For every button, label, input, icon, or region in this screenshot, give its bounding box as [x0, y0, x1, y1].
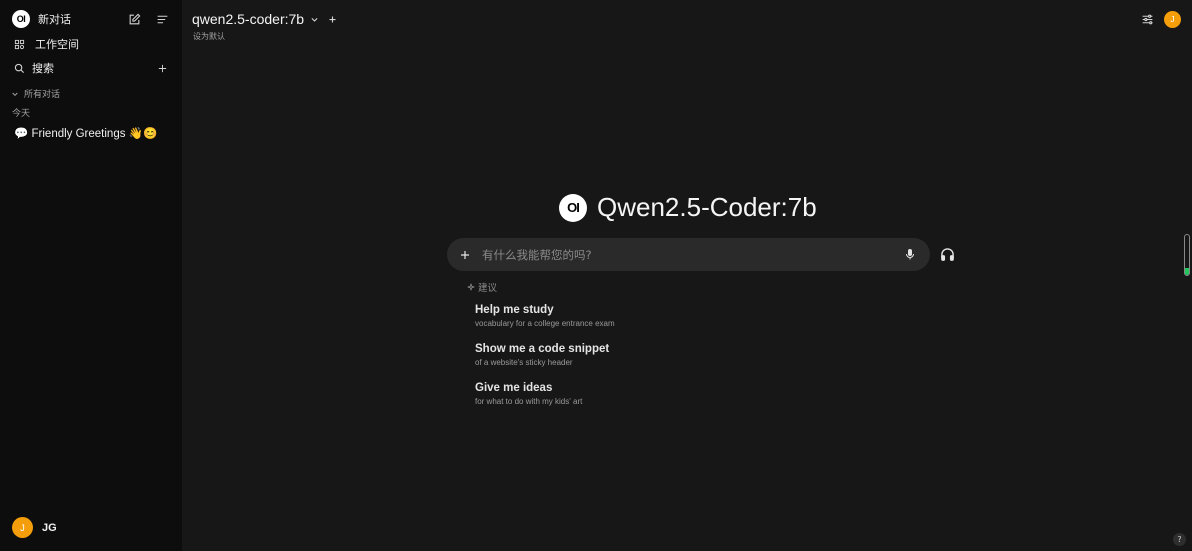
- attach-plus-icon[interactable]: [459, 249, 471, 261]
- suggestion-subtitle: for what to do with my kids' art: [475, 397, 583, 406]
- sidebar-item-search[interactable]: 搜索: [0, 61, 182, 75]
- suggestion-title: Show me a code snippet: [475, 343, 610, 355]
- all-chats-toggle[interactable]: 所有对话: [0, 88, 182, 100]
- microphone-icon[interactable]: [904, 248, 916, 261]
- chat-item-title: 💬 Friendly Greetings 👋😊: [14, 128, 158, 140]
- chat-input[interactable]: [482, 247, 904, 262]
- search-label: 搜索: [32, 62, 54, 75]
- hero-logo: OI: [559, 193, 587, 222]
- edit-icon[interactable]: [127, 12, 141, 26]
- suggestion-subtitle: vocabulary for a college entrance exam: [475, 319, 615, 328]
- sparkle-icon: [467, 283, 475, 291]
- settings-sliders-icon[interactable]: [1140, 12, 1154, 26]
- hero-title: Qwen2.5-Coder:7b: [597, 192, 817, 222]
- today-label: 今天: [12, 109, 31, 119]
- suggestion-item[interactable]: Give me ideas for what to do with my kid…: [475, 382, 582, 406]
- suggestion-subtitle: of a website's sticky header: [475, 358, 573, 367]
- model-selector[interactable]: qwen2.5-coder:7b: [192, 11, 337, 27]
- suggestion-title: Help me study: [475, 304, 554, 316]
- avatar: J: [12, 517, 33, 538]
- workspace-label: 工作空间: [35, 38, 79, 51]
- set-default-link[interactable]: 设为默认: [193, 31, 225, 42]
- all-chats-label: 所有对话: [24, 90, 61, 100]
- chevron-down-icon: [311, 17, 318, 22]
- sidebar: OI 新对话 工作空间 搜索 所有对话 今天 💬 Friendly Greeti…: [0, 0, 182, 551]
- suggestion-item[interactable]: Show me a code snippet of a website's st…: [475, 343, 609, 367]
- voice-level-fill: [1185, 267, 1189, 275]
- suggestion-item[interactable]: Help me study vocabulary for a college e…: [475, 304, 615, 328]
- suggestions-header: 建议: [467, 280, 497, 294]
- user-name: JG: [42, 521, 57, 534]
- headphones-icon[interactable]: [940, 247, 955, 262]
- suggestion-title: Give me ideas: [475, 382, 553, 394]
- model-name: qwen2.5-coder:7b: [192, 11, 305, 27]
- plus-icon[interactable]: [156, 62, 168, 74]
- help-button[interactable]: ?: [1173, 533, 1186, 546]
- chat-input-box: [447, 238, 930, 271]
- chevron-down-icon: [12, 92, 18, 96]
- grid-icon: [14, 39, 25, 49]
- menu-icon[interactable]: [155, 12, 169, 26]
- sidebar-item-workspace[interactable]: 工作空间: [0, 37, 182, 51]
- voice-level-indicator: [1184, 234, 1190, 276]
- search-icon: [14, 63, 25, 73]
- new-chat-label: 新对话: [38, 13, 71, 26]
- main-panel: qwen2.5-coder:7b 设为默认 J OI Qwen2.5-Coder…: [182, 0, 1192, 551]
- hero: OI Qwen2.5-Coder:7b: [559, 192, 817, 223]
- today-group: 今天: [0, 107, 182, 119]
- chat-item[interactable]: 💬 Friendly Greetings 👋😊: [0, 126, 182, 140]
- user-menu[interactable]: J JG: [0, 517, 182, 538]
- header-avatar[interactable]: J: [1164, 11, 1181, 28]
- add-model-icon[interactable]: [328, 15, 337, 24]
- app-logo: OI: [12, 10, 30, 28]
- suggestions-label: 建议: [478, 283, 498, 294]
